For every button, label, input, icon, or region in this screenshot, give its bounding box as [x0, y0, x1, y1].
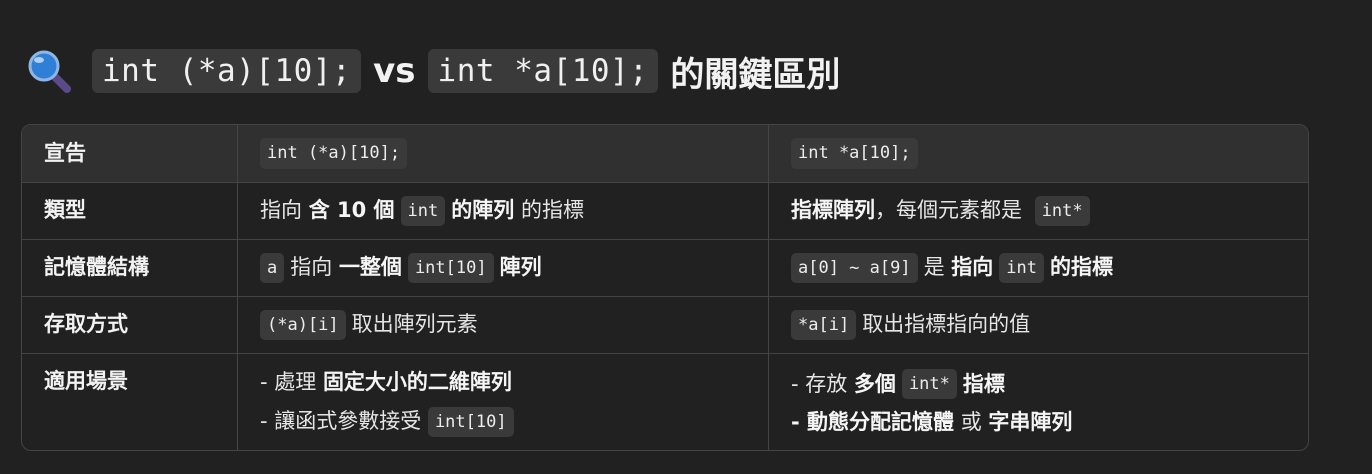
text: 取出陣列元素 [351, 312, 478, 337]
title-code-array-of-pointers: int *a[10]; [427, 49, 659, 93]
memory-col2: a[0] ~ a[9] 是 指向 int 的指標 [769, 240, 1308, 296]
text: 或 [954, 410, 989, 435]
header-label: 宣告 [22, 125, 238, 182]
header-col1: int (*a)[10]; [238, 125, 769, 182]
bold-text: 指向 [951, 255, 994, 280]
table-row: 記憶體結構 a 指向 一整個 int[10] 陣列 a[0] ~ a[9] 是 … [22, 239, 1308, 296]
title-code-pointer-to-array: int (*a)[10]; [92, 49, 362, 93]
comparison-table: 宣告 int (*a)[10]; int *a[10]; 類型 指向 含 10 … [21, 124, 1309, 451]
row-label: 類型 [22, 183, 238, 239]
text: 指向 [260, 198, 309, 223]
code-snippet: int* [1034, 195, 1090, 227]
access-col2: *a[i] 取出指標指向的值 [769, 297, 1308, 353]
access-col1: (*a)[i] 取出陣列元素 [238, 297, 769, 353]
text: - 讓函式參數接受 [260, 408, 428, 433]
memory-col1: a 指向 一整個 int[10] 陣列 [238, 240, 769, 296]
bold-text: 陣列 [499, 255, 542, 280]
text: 取出指標指向的值 [862, 312, 1031, 337]
usage-line: - 讓函式參數接受 int[10] [260, 406, 520, 437]
row-label: 記憶體結構 [22, 240, 238, 296]
text: - 處理 [260, 370, 323, 395]
code-snippet: int[10] [427, 406, 514, 437]
table-row: 適用場景 - 處理 固定大小的二維陣列 - 讓函式參數接受 int[10] - … [22, 353, 1308, 450]
code-snippet: int [400, 195, 446, 227]
usage-col2: - 存放 多個 int* 指標 - 動態分配記憶體 或 字串陣列 [769, 354, 1308, 450]
table-row: 存取方式 (*a)[i] 取出陣列元素 *a[i] 取出指標指向的值 [22, 296, 1308, 353]
usage-line: - 動態分配記憶體 或 字串陣列 [791, 409, 1072, 436]
row-label: 存取方式 [22, 297, 238, 353]
table-row: 類型 指向 含 10 個 int 的陣列 的指標 指標陣列 ，每個元素都是 in… [22, 182, 1308, 239]
bold-text: 指標陣列 [791, 198, 875, 223]
bold-text: 含 10 個 [308, 198, 395, 223]
bold-text: 的陣列 [451, 198, 515, 223]
type-col1: 指向 含 10 個 int 的陣列 的指標 [238, 183, 769, 239]
title-suffix: 的關鍵區別 [670, 54, 841, 95]
text: ，每個元素都是 [875, 198, 1029, 223]
code-snippet: int* [901, 369, 957, 400]
title-vs: vs [373, 51, 416, 91]
code-snippet: a[0] ~ a[9] [791, 252, 918, 284]
bold-text: - 動態分配記憶體 [791, 410, 955, 435]
row-label: 適用場景 [22, 354, 238, 450]
text: 指向 [290, 255, 339, 280]
code-snippet: int (*a)[10]; [260, 138, 408, 169]
text: - 存放 [791, 371, 854, 396]
text: 的指標 [514, 198, 584, 223]
text: 是 [923, 255, 952, 280]
code-snippet: a [260, 252, 285, 284]
bold-text: 一整個 [338, 255, 402, 280]
page-title: int (*a)[10]; vs int *a[10]; 的關鍵區別 [26, 44, 844, 98]
bold-text: 多個 [853, 371, 896, 396]
code-snippet: *a[i] [791, 309, 857, 341]
code-snippet: int [999, 252, 1044, 284]
usage-line: - 處理 固定大小的二維陣列 [260, 369, 512, 396]
bold-text: 的指標 [1050, 255, 1113, 280]
code-snippet: int[10] [407, 252, 494, 284]
type-col2: 指標陣列 ，每個元素都是 int* [769, 183, 1308, 239]
usage-col1: - 處理 固定大小的二維陣列 - 讓函式參數接受 int[10] [238, 354, 769, 450]
bold-text: 指標 [962, 371, 1005, 396]
code-snippet: (*a)[i] [260, 309, 346, 341]
bold-text: 字串陣列 [988, 410, 1073, 435]
magnifying-glass-icon [28, 50, 71, 93]
code-snippet: int *a[10]; [791, 138, 918, 169]
header-col2: int *a[10]; [769, 125, 1308, 182]
bold-text: 固定大小的二維陣列 [322, 370, 512, 395]
table-header-row: 宣告 int (*a)[10]; int *a[10]; [22, 125, 1308, 182]
usage-line: - 存放 多個 int* 指標 [791, 369, 1005, 400]
